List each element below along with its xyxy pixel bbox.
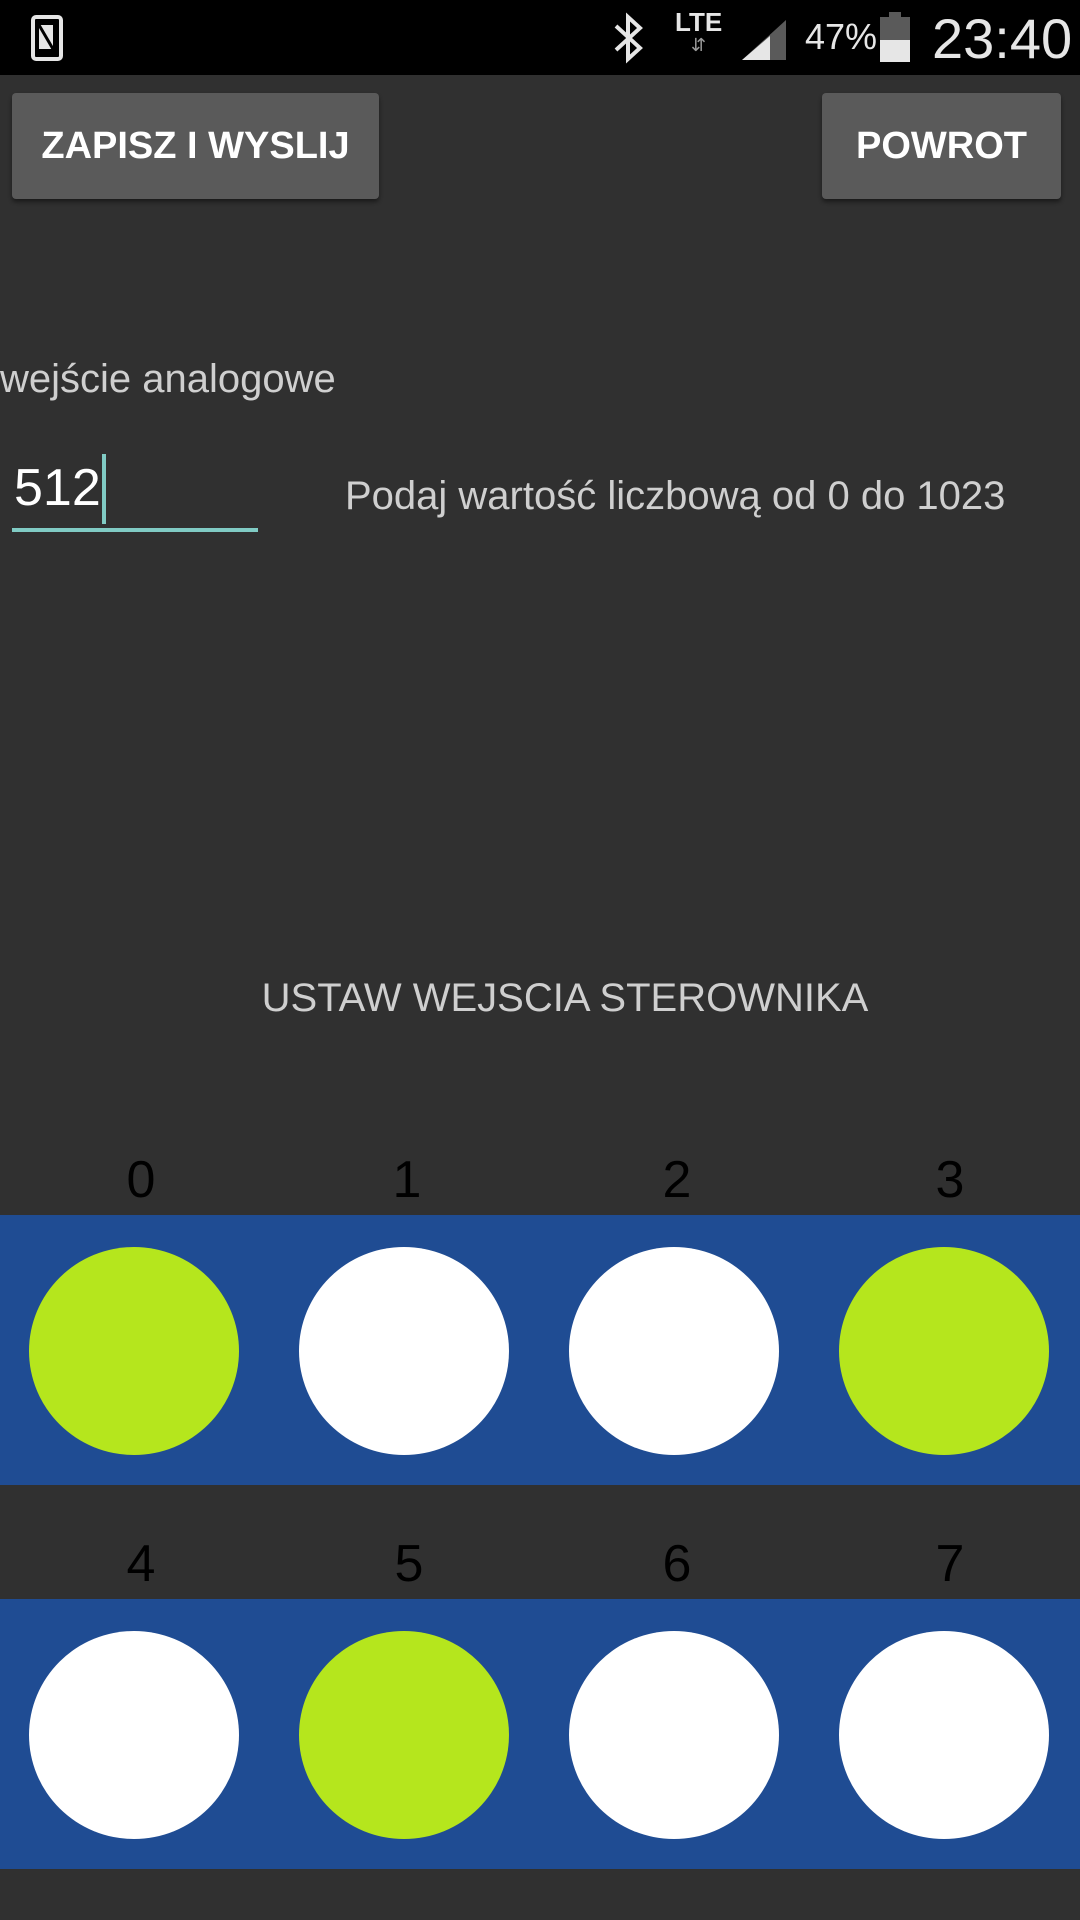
data-arrows-icon: ⇵ [691, 35, 707, 55]
input-band-1 [0, 1215, 1080, 1485]
analog-input-hint: Podaj wartość liczbową od 0 do 1023 [345, 474, 1006, 518]
analog-value-input[interactable] [12, 448, 258, 532]
input-label-0: 0 [126, 1151, 156, 1209]
input-toggle-1[interactable] [299, 1247, 509, 1455]
input-label-6: 6 [662, 1535, 692, 1593]
text-cursor [102, 454, 106, 524]
input-label-7: 7 [935, 1535, 965, 1593]
input-toggle-7[interactable] [839, 1631, 1049, 1839]
status-bar: LTE ⇵ 47% 23:40 [0, 0, 1080, 75]
analog-input-label: wejście analogowe [0, 357, 336, 401]
input-labels-row-1: 0 1 2 3 [0, 1150, 1080, 1210]
input-toggle-0[interactable] [29, 1247, 239, 1455]
input-labels-row-2: 4 5 6 7 [0, 1534, 1080, 1594]
screen: LTE ⇵ 47% 23:40 ZAPISZ I WYSLIJ POWROT w… [0, 0, 1080, 1920]
input-toggle-5[interactable] [299, 1631, 509, 1839]
input-label-2: 2 [662, 1151, 692, 1209]
save-and-send-button[interactable]: ZAPISZ I WYSLIJ [12, 93, 379, 199]
clock: 23:40 [932, 7, 1073, 70]
sim-card-icon [30, 14, 64, 67]
input-toggle-2[interactable] [569, 1247, 779, 1455]
back-button[interactable]: POWROT [822, 93, 1061, 199]
input-label-5: 5 [394, 1535, 424, 1593]
input-label-3: 3 [935, 1151, 965, 1209]
analog-input-container [12, 448, 258, 538]
bluetooth-icon [610, 12, 648, 69]
input-toggle-4[interactable] [29, 1631, 239, 1839]
input-band-2 [0, 1599, 1080, 1869]
lte-icon: LTE ⇵ [675, 8, 722, 54]
battery-percent: 47% [805, 16, 878, 57]
network-type: LTE [675, 7, 723, 37]
input-toggle-6[interactable] [569, 1631, 779, 1839]
section-title: USTAW WEJSCIA STEROWNIKA [261, 976, 869, 1020]
input-label-1: 1 [392, 1151, 422, 1209]
input-label-4: 4 [126, 1535, 156, 1593]
signal-icon [740, 18, 788, 67]
input-toggle-3[interactable] [839, 1247, 1049, 1455]
battery-icon [880, 12, 910, 67]
